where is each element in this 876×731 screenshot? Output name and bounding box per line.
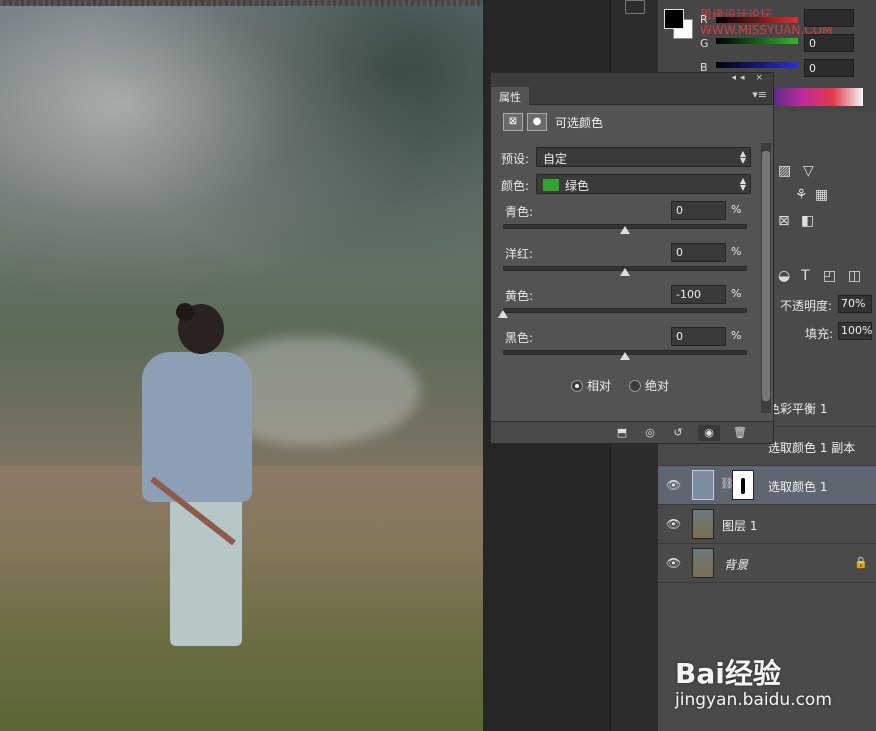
color-lookup-grid-icon[interactable]: ▦ bbox=[815, 184, 828, 207]
channel-b-value[interactable]: 0 bbox=[804, 59, 854, 77]
eye-icon[interactable]: 👁 bbox=[666, 478, 681, 492]
slider-label: 黑色: bbox=[505, 331, 534, 345]
slider-value-field[interactable]: 0 bbox=[671, 201, 726, 220]
lock-icon: 🔒 bbox=[854, 556, 868, 569]
chevron-updown-icon: ▲ ▼ bbox=[739, 176, 746, 192]
slider-knob[interactable] bbox=[498, 310, 508, 318]
clip-to-layer-icon[interactable]: ⬒ bbox=[611, 425, 633, 441]
panel-footer: ⬒ ◎ ↺ ◉ 🗑 bbox=[491, 421, 773, 443]
panel-titlebar[interactable]: ◂◂ × bbox=[491, 73, 773, 87]
layer-name: 色彩平衡 1 bbox=[768, 402, 828, 416]
radio-on-icon bbox=[571, 380, 583, 392]
document-canvas[interactable] bbox=[0, 6, 483, 731]
fill-label: 填充: bbox=[805, 327, 834, 341]
radio-off-icon bbox=[629, 380, 641, 392]
scrollbar-thumb[interactable] bbox=[762, 151, 770, 401]
levels-triangle-icon[interactable]: ▽ bbox=[803, 160, 814, 183]
photo-plum-blossom-tree bbox=[0, 6, 483, 336]
colors-value: 绿色 bbox=[565, 179, 590, 193]
eye-icon[interactable]: 👁 bbox=[666, 556, 681, 570]
shape-filter-icon[interactable]: ◰ bbox=[823, 265, 836, 288]
baidu-logo: Bai经验 bbox=[675, 657, 781, 690]
slider-label: 青色: bbox=[505, 205, 534, 219]
view-previous-icon[interactable]: ◎ bbox=[639, 425, 661, 441]
foreground-color-swatch[interactable] bbox=[664, 9, 684, 29]
slider-knob[interactable] bbox=[620, 226, 630, 234]
layer-name: 选取颜色 1 副本 bbox=[768, 441, 856, 455]
slider-track[interactable] bbox=[503, 308, 747, 313]
colors-dropdown[interactable]: 绿色 ▲ ▼ bbox=[536, 174, 751, 194]
text-filter-icon[interactable]: T bbox=[801, 265, 810, 288]
gradient-map-icon[interactable]: ▨ bbox=[778, 160, 791, 183]
preset-value: 自定 bbox=[543, 152, 568, 166]
layer-name: 图层 1 bbox=[722, 519, 758, 533]
slider-value-field[interactable]: -100 bbox=[671, 285, 726, 304]
chevron-updown-icon: ▲ ▼ bbox=[739, 149, 746, 165]
layer-mask-thumbnail[interactable] bbox=[732, 470, 754, 500]
mask-icon[interactable]: ● bbox=[527, 113, 547, 131]
layer-row-background[interactable]: 👁 背景 bbox=[658, 544, 876, 583]
panel-tabbar: 属性 ▾≡ bbox=[491, 87, 773, 105]
absolute-radio[interactable]: 绝对 bbox=[629, 377, 669, 394]
slider-value-field[interactable]: 0 bbox=[671, 243, 726, 262]
fill-field[interactable]: 100% bbox=[838, 322, 872, 340]
dock-toggle-icon[interactable] bbox=[625, 0, 645, 14]
channel-g-value[interactable]: 0 bbox=[804, 34, 854, 52]
layer-row-layer1[interactable]: 👁 图层 1 bbox=[658, 505, 876, 544]
percent-unit: % bbox=[731, 203, 742, 216]
preset-label: 预设: bbox=[501, 152, 530, 166]
photo-person-hair-bun bbox=[176, 303, 194, 321]
relative-radio[interactable]: 相对 bbox=[571, 377, 611, 394]
adjustment-filter-icon[interactable]: ◒ bbox=[778, 265, 790, 288]
channel-r-slider[interactable] bbox=[716, 17, 798, 23]
layer-thumbnail[interactable] bbox=[692, 548, 714, 578]
relative-label: 相对 bbox=[587, 379, 612, 393]
close-icon[interactable]: × bbox=[755, 73, 767, 83]
layer-name: 背景 bbox=[724, 558, 749, 572]
gradient-fill-icon[interactable]: ◧ bbox=[801, 210, 814, 233]
channel-r-value[interactable] bbox=[804, 9, 854, 27]
layer-thumbnail[interactable] bbox=[692, 509, 714, 539]
visibility-eye-icon[interactable]: ◉ bbox=[698, 425, 720, 441]
channel-g-label: G bbox=[700, 37, 709, 50]
absolute-label: 绝对 bbox=[645, 379, 670, 393]
selective-color-icon[interactable]: ⊠ bbox=[503, 113, 523, 131]
smart-object-filter-icon[interactable]: ◫ bbox=[848, 265, 861, 288]
layer-row-selective-color[interactable]: 👁 ⛓ 选取颜色 1 bbox=[658, 466, 876, 505]
color-spectrum-ramp[interactable] bbox=[773, 88, 863, 106]
mask-figure-shape bbox=[741, 478, 745, 494]
channel-b-slider[interactable] bbox=[716, 62, 798, 68]
panel-scrollbar[interactable] bbox=[761, 143, 771, 413]
preset-dropdown[interactable]: 自定 ▲ ▼ bbox=[536, 147, 751, 167]
adjustment-thumbnail[interactable] bbox=[692, 470, 714, 500]
slider-knob[interactable] bbox=[620, 352, 630, 360]
slider-value-field[interactable]: 0 bbox=[671, 327, 726, 346]
slider-label: 洋红: bbox=[505, 247, 534, 261]
opacity-label: 不透明度: bbox=[780, 299, 833, 313]
properties-panel: ◂◂ × 属性 ▾≡ ⊠ ● 可选颜色 预设: 自定 ▲ ▼ 颜色: 绿色 ▲ ▼ … bbox=[490, 72, 774, 444]
trash-icon[interactable]: 🗑 bbox=[729, 425, 751, 441]
colors-label: 颜色: bbox=[501, 179, 530, 193]
slider-knob[interactable] bbox=[620, 268, 630, 276]
layer-name: 选取颜色 1 bbox=[768, 480, 828, 494]
baidu-url: jingyan.baidu.com bbox=[675, 690, 832, 710]
eye-icon[interactable]: 👁 bbox=[666, 517, 681, 531]
opacity-field[interactable]: 70% bbox=[838, 295, 872, 313]
selective-color-tool-icon[interactable]: ⊠ bbox=[778, 210, 790, 233]
reset-icon[interactable]: ↺ bbox=[667, 425, 689, 441]
channel-mixer-icon[interactable]: ⚘ bbox=[795, 184, 808, 207]
photoshop-window: 思缘设计论坛 WWW.MISSYUAN.COM R G 0 B 0 ▨ ▽ ⚘ … bbox=[0, 0, 876, 731]
panel-window-controls[interactable]: ◂◂ × bbox=[732, 73, 767, 83]
panel-menu-icon[interactable]: ▾≡ bbox=[752, 88, 767, 101]
slider-label: 黄色: bbox=[505, 289, 534, 303]
percent-unit: % bbox=[731, 245, 742, 258]
adjustment-title: 可选颜色 bbox=[555, 116, 604, 130]
tab-properties[interactable]: 属性 bbox=[491, 87, 529, 105]
collapse-icon[interactable]: ◂◂ bbox=[732, 73, 749, 83]
percent-unit: % bbox=[731, 329, 742, 342]
channel-r-label: R bbox=[700, 13, 708, 26]
percent-unit: % bbox=[731, 287, 742, 300]
channel-g-slider[interactable] bbox=[716, 38, 798, 44]
color-swatch bbox=[543, 179, 559, 191]
